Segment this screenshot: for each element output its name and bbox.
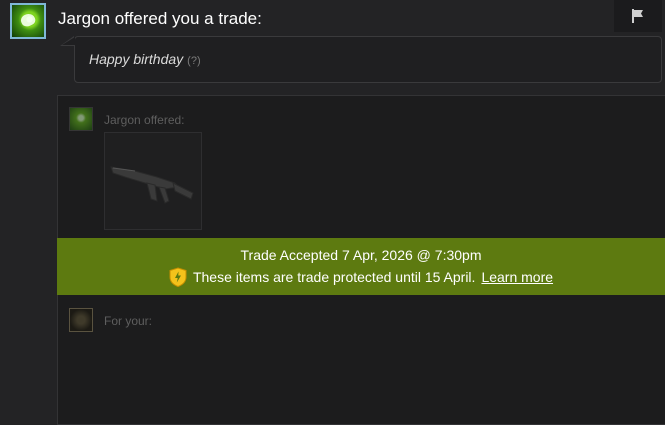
message-help-link[interactable]: (?): [187, 55, 200, 67]
sender-offer-label: Jargon offered:: [104, 113, 185, 127]
trade-status-banner: Trade Accepted 7 Apr, 2026 @ 7:30pm Thes…: [57, 238, 665, 295]
speech-bubble-tail-inner: [62, 37, 75, 45]
receiver-items-label: For your:: [104, 314, 153, 328]
trade-offer-title: Jargon offered you a trade:: [58, 9, 262, 28]
trade-protection-line: These items are trade protected until 15…: [57, 267, 665, 287]
sender-avatar[interactable]: [10, 3, 46, 39]
offered-item-slot[interactable]: [104, 132, 202, 230]
report-flag-button[interactable]: [614, 0, 662, 32]
learn-more-link[interactable]: Learn more: [481, 269, 553, 285]
trade-protection-text: These items are trade protected until 15…: [192, 269, 476, 285]
message-text: Happy birthday: [89, 51, 184, 67]
flag-icon: [632, 9, 643, 23]
sender-small-avatar: [69, 107, 93, 131]
receiver-small-avatar: [69, 308, 93, 332]
trade-accepted-text: Trade Accepted 7 Apr, 2026 @ 7:30pm: [240, 247, 482, 263]
rifle-icon: [110, 166, 194, 204]
trade-protection-shield-icon: [169, 267, 187, 287]
trade-message: Happy birthday (?): [89, 51, 201, 67]
